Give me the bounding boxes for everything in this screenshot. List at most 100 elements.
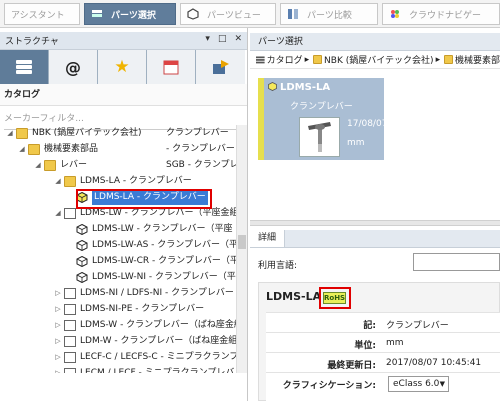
parts-select-header: パーツ選択 <box>250 33 500 51</box>
close-icon[interactable]: ✕ <box>234 34 242 44</box>
tree-item-label: LDMS-NI / LDFS-NI - クランプレバー <box>80 288 234 298</box>
parts-compare-icon <box>288 9 298 19</box>
tree-toggle-icon[interactable]: ▷ <box>54 317 62 333</box>
part-card-subtitle: クランプレバー <box>290 102 353 112</box>
folder-icon <box>313 55 323 64</box>
tab-detail[interactable]: 詳細 <box>250 230 286 247</box>
part-card-unit: mm <box>347 138 365 148</box>
catalog-label: カタログ <box>0 84 247 106</box>
collapse-icon[interactable]: ▾ <box>205 34 210 44</box>
catalog-button[interactable] <box>0 50 49 84</box>
tree-item-label: 機械要素部品 <box>44 144 99 154</box>
detail-value: 2017/08/07 10:45:41 <box>386 358 482 368</box>
tree-toggle-icon[interactable]: ◢ <box>18 141 26 157</box>
tree-item-label: LDMS-LW-CR - クランプレバー（平 <box>92 256 236 266</box>
tab-assistant[interactable]: アシスタント <box>4 3 80 25</box>
tree-toggle-icon[interactable]: ◢ <box>54 205 62 221</box>
top-tab-bar: アシスタント パーツ選択 パーツビュー パーツ比較 クラウドナビゲー <box>0 0 500 28</box>
part-icon <box>76 271 88 283</box>
tree-scrollbar[interactable] <box>236 125 247 373</box>
document-icon <box>64 367 76 373</box>
parts-select-icon <box>92 10 102 17</box>
export-button[interactable] <box>196 50 245 84</box>
tab-parts-view[interactable]: パーツビュー <box>180 3 276 25</box>
breadcrumb-separator: ▸ <box>435 54 441 65</box>
scrollbar-thumb[interactable] <box>238 235 246 249</box>
tree-toggle-icon[interactable]: ◢ <box>34 157 42 173</box>
tree-item[interactable]: ◢ レバー SGB - クランプレ <box>34 157 236 173</box>
tree-item-label: LECM / LECF - ミニプラクランプレバ <box>80 368 235 373</box>
tree-item-label: LDM-W - クランプレバー（ばね座金組 <box>80 336 236 346</box>
breadcrumb: カタログ ▸ NBK (鍋屋バイテック会社) ▸ 機械要素部 <box>250 51 500 69</box>
detail-key: クラフィシケーション: <box>282 381 376 391</box>
selection-highlight-box <box>76 189 212 209</box>
structure-icon-row: @ ★ <box>0 50 247 84</box>
tree-item[interactable]: ▷ LDMS-NI-PE - クランプレバー <box>54 301 204 317</box>
detail-row: 単位: mm <box>266 332 500 352</box>
structure-panel-header: ストラクチャ ▾ □ ✕ <box>0 32 247 50</box>
tree-item-description: - クランプレバー <box>166 144 235 154</box>
tree-item[interactable]: ◢ NBK (鍋屋バイテック会社) クランプレバー <box>6 125 229 141</box>
tree-toggle-icon[interactable]: ▷ <box>54 349 62 365</box>
tree-item-label: LDMS-NI-PE - クランプレバー <box>80 304 205 314</box>
tab-parts-compare[interactable]: パーツ比較 <box>280 3 378 25</box>
language-input[interactable] <box>413 253 500 271</box>
star-icon: ★ <box>114 57 130 77</box>
detail-key: 記: <box>363 321 376 331</box>
detail-key: 単位: <box>354 341 376 351</box>
breadcrumb-item[interactable]: NBK (鍋屋バイテック会社) <box>324 53 434 66</box>
tree-item-label: LDMS-LW-NI - クランプレバー（平 <box>92 272 236 282</box>
tree-item[interactable]: ◢ 機械要素部品 - クランプレバー <box>18 141 235 157</box>
clamp-lever-image <box>308 122 331 152</box>
tree-item-label: LDMS-LW-AS - クランプレバー（平 <box>92 240 236 250</box>
tree-item[interactable]: ▷ LDMS-W - クランプレバー（ばね座金組 <box>54 317 236 333</box>
tree-item-description: クランプレバー <box>166 128 229 138</box>
parts-view-icon <box>187 8 199 20</box>
at-sign-icon: @ <box>65 57 81 77</box>
detail-value: mm <box>386 338 404 348</box>
tree-item[interactable]: ▷ LDM-W - クランプレバー（ばね座金組 <box>54 333 236 349</box>
calendar-button[interactable] <box>147 50 196 84</box>
panel-splitter[interactable] <box>250 220 500 226</box>
tab-label: アシスタント <box>11 10 65 21</box>
catalog-tree: ◢ NBK (鍋屋バイテック会社) クランプレバー ◢ 機械要素部品 - クランプレバー ◢… <box>0 125 236 373</box>
detail-row: 最終更新日: 2017/08/07 10:45:41 <box>266 352 500 372</box>
tree-item[interactable]: ▷ LDMS-NI / LDFS-NI - クランプレバー <box>54 285 234 301</box>
part-card[interactable]: LDMS-LA クランプレバー 17/08/07 mm <box>258 78 387 160</box>
tree-item[interactable]: ▷ LECF-C / LECFS-C - ミニプラクランプ <box>54 349 236 365</box>
tree-item[interactable]: LDMS-LW-CR - クランプレバー（平 <box>66 253 236 269</box>
tree-item-label: レバー <box>60 160 88 170</box>
tree-item[interactable]: ▷ LECM / LECF - ミニプラクランプレバ <box>54 365 234 373</box>
tree-item[interactable]: LDMS-LW-NI - クランプレバー（平 <box>66 269 236 285</box>
favorites-button[interactable]: ★ <box>98 50 147 84</box>
select-value: eClass 6.0 <box>393 379 440 389</box>
detail-value: クランプレバー <box>386 321 449 331</box>
part-icon <box>76 223 88 235</box>
breadcrumb-item[interactable]: 機械要素部 <box>455 53 500 66</box>
tab-parts-select[interactable]: パーツ選択 <box>84 3 176 25</box>
tree-toggle-icon[interactable]: ◢ <box>54 173 62 189</box>
at-button[interactable]: @ <box>49 50 98 84</box>
tree-toggle-icon[interactable]: ◢ <box>6 125 14 141</box>
breadcrumb-item[interactable]: カタログ <box>267 53 303 66</box>
tab-cloud-navigator[interactable]: クラウドナビゲー <box>382 3 500 25</box>
rohs-highlight-box <box>319 287 351 309</box>
tree-item-label: LECF-C / LECFS-C - ミニプラクランプ <box>80 352 236 362</box>
detail-key: 最終更新日: <box>327 361 376 371</box>
maximize-icon[interactable]: □ <box>218 34 227 44</box>
tree-item[interactable]: LDMS-LW - クランプレバー（平座 <box>66 221 232 237</box>
tree-toggle-icon[interactable]: ▷ <box>54 285 62 301</box>
classification-select[interactable]: eClass 6.0 ▼ <box>388 376 449 392</box>
tree-item-description: SGB - クランプレ <box>166 160 236 170</box>
tree-item-label: LDMS-W - クランプレバー（ばね座金組 <box>80 320 236 330</box>
tree-toggle-icon[interactable]: ▷ <box>54 301 62 317</box>
document-icon <box>64 303 76 315</box>
tree-toggle-icon[interactable]: ▷ <box>54 365 62 373</box>
document-icon <box>64 207 76 219</box>
tree-item[interactable]: LDMS-LW-AS - クランプレバー（平 <box>66 237 236 253</box>
document-icon <box>64 287 76 299</box>
detail-tab-bar: 詳細 <box>250 230 500 248</box>
cloud-navigator-icon <box>391 10 399 18</box>
tree-item[interactable]: ◢ LDMS-LA - クランプレバー <box>54 173 192 189</box>
tree-toggle-icon[interactable]: ▷ <box>54 333 62 349</box>
